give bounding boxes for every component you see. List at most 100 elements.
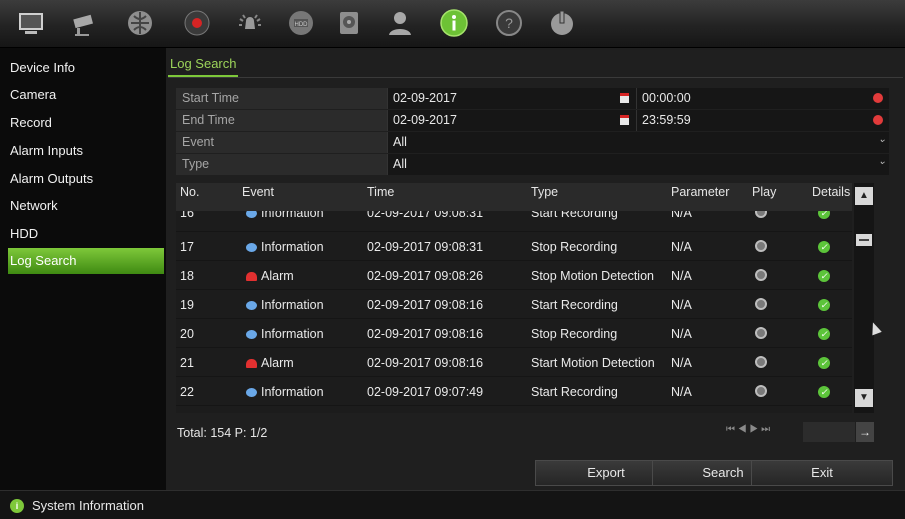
record-icon[interactable] (180, 6, 214, 40)
alarm-icon[interactable] (233, 6, 267, 40)
table-row[interactable]: 17 Information 02-09-2017 09:08:31 Stop … (176, 232, 852, 261)
cell-parameter: N/A (671, 356, 692, 370)
network-icon[interactable] (123, 6, 157, 40)
cell-type: Start Recording (531, 385, 618, 399)
end-time-row: End Time 02-09-2017 23:59:59 (176, 110, 889, 131)
start-time-label: Start Time (182, 91, 239, 105)
help-icon[interactable]: ? (492, 6, 526, 40)
cell-no: 16 (180, 211, 194, 220)
cell-no: 22 (180, 385, 194, 399)
play-icon[interactable] (755, 385, 767, 397)
event-label: Event (182, 135, 214, 149)
cell-type: Start Recording (531, 298, 618, 312)
sidebar-item-network[interactable]: Network (8, 193, 164, 219)
cell-parameter: N/A (671, 211, 692, 220)
log-table-header: No. Event Time Type Parameter Play Detai… (176, 183, 852, 211)
cell-type: Start Recording (531, 211, 618, 220)
clock-icon[interactable] (873, 115, 883, 125)
scroll-up-icon[interactable]: ▲ (855, 187, 873, 205)
calendar-icon[interactable] (620, 115, 629, 125)
pagination-controls[interactable]: ⏮ ◀ ▶ ⏭ (726, 424, 796, 442)
table-row[interactable]: 22 Information 02-09-2017 09:07:49 Start… (176, 377, 852, 406)
svg-text:HDD: HDD (295, 22, 309, 28)
clock-icon[interactable] (873, 93, 883, 103)
cell-event: Information (261, 211, 324, 220)
tab-log-search[interactable]: Log Search (170, 56, 237, 71)
hdd-icon[interactable]: HDD (284, 6, 318, 40)
sidebar-item-camera[interactable]: Camera (8, 82, 164, 108)
cell-time: 02-09-2017 09:08:16 (367, 298, 484, 312)
page-number-input[interactable] (803, 422, 855, 442)
details-icon[interactable]: ✓ (818, 328, 830, 340)
information-icon (246, 330, 257, 339)
main-panel: Log Search Start Time 02-09-2017 00:00:0… (166, 48, 905, 490)
table-row[interactable]: 16 Information 02-09-2017 09:08:31 Start… (176, 211, 852, 232)
exit-button[interactable]: Exit (751, 460, 893, 486)
storage-icon[interactable] (332, 6, 366, 40)
details-icon[interactable]: ✓ (818, 211, 830, 219)
alarm-icon (246, 272, 257, 281)
table-row[interactable]: 18 Alarm 02-09-2017 09:08:26 Stop Motion… (176, 261, 852, 290)
scroll-down-icon[interactable]: ▼ (855, 389, 873, 407)
user-icon[interactable] (383, 6, 417, 40)
cell-event: Alarm (261, 269, 294, 283)
type-row: Type All ⌄ (176, 154, 889, 175)
end-date-field[interactable]: 02-09-2017 (387, 110, 636, 131)
cell-time: 02-09-2017 09:07:49 (367, 385, 484, 399)
details-icon[interactable]: ✓ (818, 241, 830, 253)
sidebar-item-log-search[interactable]: Log Search (8, 248, 164, 274)
play-icon[interactable] (755, 269, 767, 281)
start-date-field[interactable]: 02-09-2017 (387, 88, 636, 109)
play-icon[interactable] (755, 211, 767, 218)
information-icon (246, 301, 257, 310)
event-select[interactable]: All ⌄ (387, 132, 889, 153)
type-select[interactable]: All ⌄ (387, 154, 889, 175)
table-scrollbar[interactable]: ▲ ▼ (854, 183, 874, 413)
details-icon[interactable]: ✓ (818, 299, 830, 311)
cell-event: Information (261, 327, 324, 341)
top-toolbar: HDD ? (0, 0, 905, 48)
column-header-parameter: Parameter (671, 185, 730, 199)
cell-no: 19 (180, 298, 194, 312)
calendar-icon[interactable] (620, 93, 629, 103)
column-header-event: Event (242, 185, 274, 199)
table-row[interactable]: 20 Information 02-09-2017 09:08:16 Stop … (176, 319, 852, 348)
power-icon[interactable] (545, 6, 579, 40)
start-time-field[interactable]: 00:00:00 (636, 88, 889, 109)
monitor-icon[interactable] (14, 6, 48, 40)
svg-text:?: ? (505, 15, 513, 31)
cell-parameter: N/A (671, 240, 692, 254)
event-row: Event All ⌄ (176, 132, 889, 153)
play-icon[interactable] (755, 240, 767, 252)
play-icon[interactable] (755, 327, 767, 339)
log-table-body: 16 Information 02-09-2017 09:08:31 Start… (176, 211, 852, 413)
details-icon[interactable]: ✓ (818, 357, 830, 369)
info-icon[interactable] (437, 6, 471, 40)
sidebar-item-alarm-inputs[interactable]: Alarm Inputs (8, 138, 164, 164)
end-time-field[interactable]: 23:59:59 (636, 110, 889, 131)
go-arrow-icon[interactable]: → (856, 422, 874, 442)
play-icon[interactable] (755, 356, 767, 368)
details-icon[interactable]: ✓ (818, 270, 830, 282)
cell-time: 02-09-2017 09:08:16 (367, 356, 484, 370)
table-row[interactable]: 21 Alarm 02-09-2017 09:08:16 Start Motio… (176, 348, 852, 377)
cell-time: 02-09-2017 09:08:26 (367, 269, 484, 283)
cell-parameter: N/A (671, 385, 692, 399)
camera-icon[interactable] (68, 6, 102, 40)
cell-no: 20 (180, 327, 194, 341)
scroll-thumb[interactable] (856, 234, 872, 246)
sidebar-item-device-info[interactable]: Device Info (8, 55, 164, 81)
cell-event: Information (261, 298, 324, 312)
play-icon[interactable] (755, 298, 767, 310)
total-count: Total: 154 P: 1/2 (177, 426, 268, 440)
table-row[interactable]: 19 Information 02-09-2017 09:08:16 Start… (176, 290, 852, 319)
sidebar-item-alarm-outputs[interactable]: Alarm Outputs (8, 166, 164, 192)
status-text: System Information (32, 498, 144, 513)
column-header-no: No. (180, 185, 200, 199)
details-icon[interactable]: ✓ (818, 386, 830, 398)
cell-no: 17 (180, 240, 194, 254)
sidebar-item-record[interactable]: Record (8, 110, 164, 136)
sidebar-item-hdd[interactable]: HDD (8, 221, 164, 247)
cell-event: Information (261, 385, 324, 399)
information-icon (246, 388, 257, 397)
